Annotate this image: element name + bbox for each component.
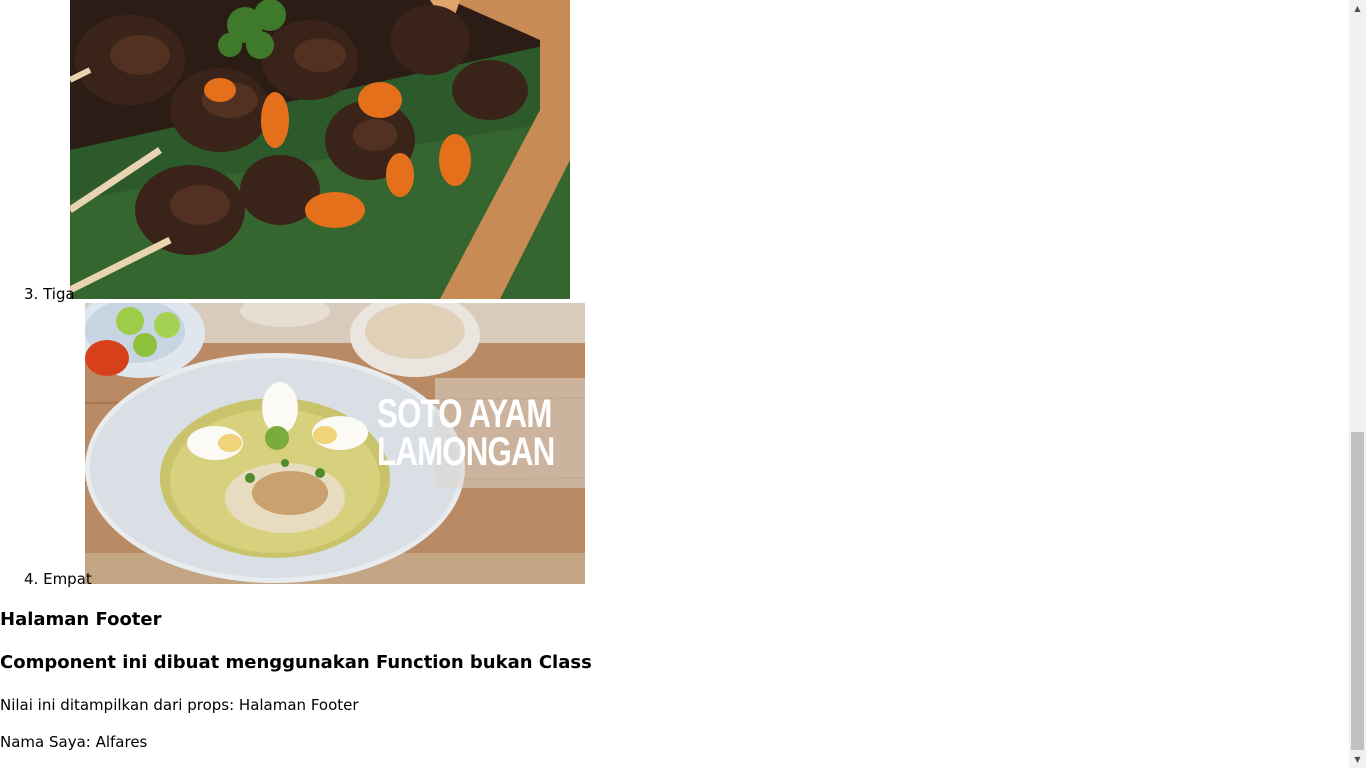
- footer-subheading: Component ini dibuat menggunakan Functio…: [0, 652, 592, 673]
- scroll-up-arrow-icon[interactable]: ▲: [1349, 0, 1366, 17]
- list-item-label: Empat: [43, 570, 92, 588]
- soto-title-line1: SOTO AYAM: [377, 392, 553, 436]
- list-item-label: Tiga: [43, 285, 75, 303]
- list-item-number: 4.: [24, 570, 39, 588]
- soto-title-line2: LAMONGAN: [377, 430, 556, 474]
- sate-image: [70, 0, 570, 299]
- footer-name-text: Nama Saya: Alfares: [0, 733, 148, 751]
- footer-heading: Halaman Footer: [0, 609, 162, 630]
- vertical-scrollbar[interactable]: ▲ ▼: [1349, 0, 1366, 768]
- list-item-number: 3.: [24, 285, 39, 303]
- scrollbar-thumb[interactable]: [1351, 432, 1364, 750]
- scroll-down-arrow-icon[interactable]: ▼: [1349, 751, 1366, 768]
- list-item: 4. Empat: [24, 570, 92, 588]
- footer-props-text: Nilai ini ditampilkan dari props: Halama…: [0, 696, 359, 714]
- page-viewport: 3. Tiga SOTO AYAM LAMONGAN 4. Empat Hala…: [0, 0, 1349, 768]
- soto-image: SOTO AYAM LAMONGAN: [85, 303, 585, 584]
- list-item: 3. Tiga: [24, 285, 75, 303]
- soto-image-title: SOTO AYAM LAMONGAN: [377, 392, 556, 474]
